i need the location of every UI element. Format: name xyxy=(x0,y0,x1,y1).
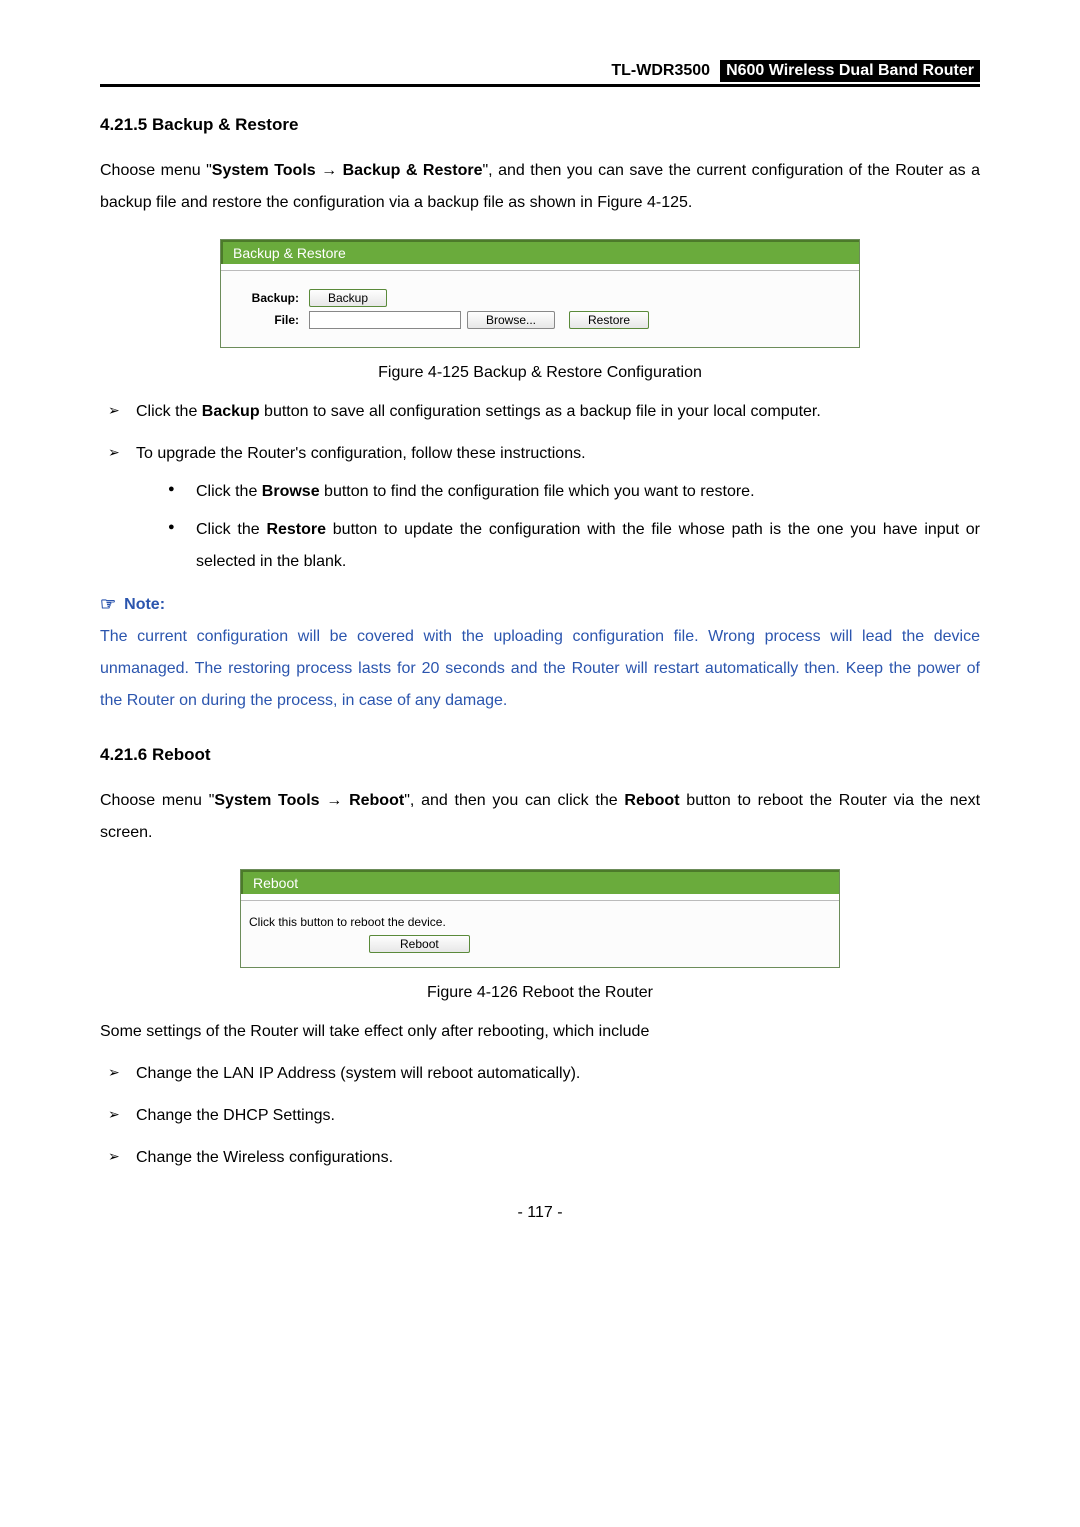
bold-text: Reboot xyxy=(349,792,404,809)
document-page: TL-WDR3500 N600 Wireless Dual Band Route… xyxy=(0,0,1080,1527)
backup-row: Backup: Backup xyxy=(229,289,843,307)
text: Choose menu " xyxy=(100,792,214,809)
text: Click the xyxy=(136,403,202,420)
panel-separator xyxy=(241,894,839,901)
instruction-list: Click the Backup button to save all conf… xyxy=(100,396,980,578)
document-header: TL-WDR3500 N600 Wireless Dual Band Route… xyxy=(100,60,980,87)
product-name: N600 Wireless Dual Band Router xyxy=(720,60,980,82)
sub-instruction-list: Click the Browse button to find the conf… xyxy=(136,476,980,578)
text: To upgrade the Router's configuration, f… xyxy=(136,445,586,462)
arrow-text: → xyxy=(320,792,350,809)
bold-text: System Tools xyxy=(214,792,319,809)
text: Click the xyxy=(196,483,262,500)
bold-text: Backup xyxy=(202,403,260,420)
list-item: Click the Backup button to save all conf… xyxy=(100,396,980,428)
note-text: The current configuration will be covere… xyxy=(100,621,980,717)
figure-caption-125: Figure 4-125 Backup & Restore Configurat… xyxy=(100,364,980,382)
section-title-reboot: 4.21.6 Reboot xyxy=(100,745,980,765)
bold-text: Backup & Restore xyxy=(343,162,483,179)
section1-intro: Choose menu "System Tools → Backup & Res… xyxy=(100,155,980,219)
note-heading: ☞ Note: xyxy=(100,594,980,615)
browse-button[interactable]: Browse... xyxy=(467,311,555,329)
file-row: File: Browse... Restore xyxy=(229,311,843,329)
backup-restore-panel: Backup & Restore Backup: Backup File: Br… xyxy=(220,239,860,348)
panel-body: Backup: Backup File: Browse... Restore xyxy=(221,271,859,347)
file-label: File: xyxy=(229,313,309,327)
text: Click the xyxy=(196,521,266,538)
backup-label: Backup: xyxy=(229,291,309,305)
figure-caption-126: Figure 4-126 Reboot the Router xyxy=(100,984,980,1002)
note-icon: ☞ xyxy=(100,594,116,615)
text: Change the LAN IP Address (system will r… xyxy=(136,1065,580,1082)
restore-button[interactable]: Restore xyxy=(569,311,649,329)
figure-backup-restore: Backup & Restore Backup: Backup File: Br… xyxy=(220,239,860,348)
section-title-backup-restore: 4.21.5 Backup & Restore xyxy=(100,115,980,135)
panel-separator xyxy=(221,264,859,271)
list-item: Click the Browse button to find the conf… xyxy=(160,476,980,508)
reboot-effects-list: Change the LAN IP Address (system will r… xyxy=(100,1058,980,1174)
list-item: Change the Wireless configurations. xyxy=(100,1142,980,1174)
arrow-text: → xyxy=(316,162,343,179)
page-number: - 117 - xyxy=(100,1204,980,1222)
reboot-button[interactable]: Reboot xyxy=(369,935,470,953)
backup-button[interactable]: Backup xyxy=(309,289,387,307)
text: Change the Wireless configurations. xyxy=(136,1149,393,1166)
panel-body: Click this button to reboot the device. … xyxy=(241,901,839,967)
section2-outro: Some settings of the Router will take ef… xyxy=(100,1016,980,1048)
text: button to save all configuration setting… xyxy=(260,403,821,420)
bold-text: Reboot xyxy=(624,792,679,809)
panel-title: Backup & Restore xyxy=(221,240,859,264)
note-label: Note: xyxy=(124,596,165,614)
text: button to find the configuration file wh… xyxy=(320,483,755,500)
text: Change the DHCP Settings. xyxy=(136,1107,335,1124)
bold-text: Restore xyxy=(266,521,326,538)
figure-reboot: Reboot Click this button to reboot the d… xyxy=(240,869,840,968)
reboot-help-text: Click this button to reboot the device. xyxy=(249,915,823,929)
list-item: Click the Restore button to update the c… xyxy=(160,514,980,578)
section2-intro: Choose menu "System Tools → Reboot", and… xyxy=(100,785,980,849)
text: Choose menu " xyxy=(100,162,212,179)
model-number: TL-WDR3500 xyxy=(611,62,710,80)
reboot-button-row: Reboot xyxy=(249,935,823,953)
panel-title: Reboot xyxy=(241,870,839,894)
list-item: Change the DHCP Settings. xyxy=(100,1100,980,1132)
list-item: Change the LAN IP Address (system will r… xyxy=(100,1058,980,1090)
list-item: To upgrade the Router's configuration, f… xyxy=(100,438,980,578)
text: ", and then you can click the xyxy=(404,792,624,809)
bold-text: System Tools xyxy=(212,162,316,179)
file-path-input[interactable] xyxy=(309,311,461,329)
reboot-panel: Reboot Click this button to reboot the d… xyxy=(240,869,840,968)
bold-text: Browse xyxy=(262,483,320,500)
